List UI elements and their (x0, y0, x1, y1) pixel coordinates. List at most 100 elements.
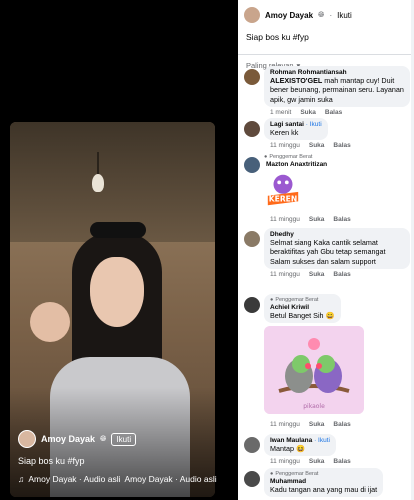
globe-icon: 🌐︎ (100, 434, 107, 443)
comment-time[interactable]: 11 minggu (270, 458, 300, 465)
comment: Iwan Maulana · Ikuti Mantap 😆 11 minggu … (238, 434, 414, 468)
top-fan-badge: ● Penggemar Berat (270, 297, 335, 303)
comment-bubble: Dhedhy Selmat siang Kaka cantik selamat … (264, 228, 410, 270)
keren-sticker: KEREN (264, 171, 410, 214)
comment-time[interactable]: 1 menit (270, 109, 291, 116)
video-follow-button[interactable]: Ikuti (111, 432, 137, 446)
video-author-row: Amoy Dayak 🌐︎ Ikuti (18, 430, 137, 448)
comment-actions: 11 minggu Suka Balas (264, 214, 410, 223)
lovebirds-sticker-graphic: pikaole (264, 326, 364, 415)
globe-icon: 🌐︎ (318, 10, 325, 19)
audio-text: Amoy Dayak · Audio asli (28, 474, 121, 484)
comment-author[interactable]: Achiel Kriwil (270, 304, 335, 311)
comment-text: Betul Banget Sih 😄 (270, 311, 335, 320)
sticker-text: pikaole (303, 403, 325, 410)
comment-author-name[interactable]: Iwan Maulana (270, 437, 312, 444)
top-fan-badge: ● Penggemar Berat (264, 154, 410, 160)
comment-time[interactable]: 11 minggu (270, 216, 300, 223)
person-hand (30, 302, 70, 342)
like-button[interactable]: Suka (309, 421, 325, 428)
post-author-name[interactable]: Amoy Dayak (265, 11, 313, 20)
separator-dot: · (329, 10, 333, 20)
music-note-icon: ♫ (18, 474, 25, 484)
lovebirds-sticker: pikaole (264, 326, 410, 419)
comment-actions: 1 menit Suka Balas (264, 107, 410, 116)
video-caption: Siap bos ku #fyp (18, 456, 85, 466)
reply-button[interactable]: Balas (333, 216, 350, 223)
comments-panel: Amoy Dayak 🌐︎ · Ikuti Siap bos ku #fyp P… (238, 0, 414, 500)
comment-list: Rohman Rohmantiansah ALEXISTO'GEL mah ma… (238, 66, 414, 498)
comment-time[interactable]: 11 minggu (270, 271, 300, 278)
comment-time[interactable]: 11 minggu (270, 421, 300, 428)
divider (238, 54, 414, 55)
like-button[interactable]: Suka (309, 216, 325, 223)
comment-time[interactable]: 11 minggu (270, 142, 300, 149)
comment-actions: 11 minggu Suka Balas (264, 419, 410, 428)
comment-text: Mantap 😆 (270, 444, 305, 453)
comment-bubble: Lagi santai · Ikuti Keren kk (264, 118, 328, 141)
like-button[interactable]: Suka (309, 142, 325, 149)
reply-button[interactable]: Balas (333, 458, 350, 465)
comment: Dhedhy Selmat siang Kaka cantik selamat … (238, 228, 414, 294)
comment-mention[interactable]: ALEXISTO'GEL (270, 76, 322, 85)
comment-actions: 11 minggu Suka Balas (264, 456, 410, 465)
comment-avatar[interactable] (244, 121, 260, 137)
reply-button[interactable]: Balas (325, 109, 342, 116)
comment-actions: 11 minggu Suka Balas (264, 269, 410, 278)
reply-button[interactable]: Balas (333, 142, 350, 149)
top-fan-badge: ● Penggemar Berat (270, 471, 377, 477)
like-button[interactable]: Suka (309, 458, 325, 465)
badge-label: Penggemar Berat (275, 471, 319, 477)
comment-text: ALEXISTO'GEL mah mantap cuy! Duit bener … (270, 76, 404, 104)
video-author-name[interactable]: Amoy Dayak (41, 434, 95, 444)
comment-bubble: Rohman Rohmantiansah ALEXISTO'GEL mah ma… (264, 66, 410, 108)
comment-author-name[interactable]: Lagi santai (270, 121, 304, 128)
post-follow-button[interactable]: Ikuti (337, 11, 352, 20)
audio-text-repeat: Amoy Dayak · Audio asli (124, 474, 217, 484)
badge-label: Penggemar Berat (269, 154, 313, 160)
comment-author: Lagi santai · Ikuti (270, 121, 322, 128)
badge-icon: ● (270, 471, 274, 477)
comment-follow-link[interactable]: · Ikuti (314, 437, 330, 444)
like-button[interactable]: Suka (309, 271, 325, 278)
video-pane: Amoy Dayak 🌐︎ Ikuti Siap bos ku #fyp ♫ A… (0, 0, 238, 500)
comment-author[interactable]: Dhedhy (270, 231, 404, 238)
comment: ● Penggemar Berat Mazton Anaxtritizan KER… (238, 154, 414, 228)
comment-bubble: ● Penggemar Berat Muhammad Kadu tangan an… (264, 468, 384, 498)
comment-text: Kadu tangan ana yang mau di ijat (270, 485, 378, 494)
comment: Rohman Rohmantiansah ALEXISTO'GEL mah ma… (238, 66, 414, 118)
comment-avatar[interactable] (244, 297, 260, 313)
reply-button[interactable]: Balas (333, 421, 350, 428)
video-audio-ticker[interactable]: ♫ Amoy Dayak · Audio asli Amoy Dayak · A… (18, 474, 217, 484)
comment-follow-link[interactable]: · Ikuti (306, 121, 322, 128)
lamp-wire (97, 152, 99, 176)
comment-avatar[interactable] (244, 437, 260, 453)
comment-author[interactable]: Muhammad (270, 478, 377, 485)
person-face (90, 257, 144, 327)
comment-avatar[interactable] (244, 471, 260, 487)
comment-avatar[interactable] (244, 69, 260, 85)
comment-avatar[interactable] (244, 231, 260, 247)
sticker-text: KEREN (269, 194, 297, 203)
comment-author[interactable]: Mazton Anaxtritizan (264, 161, 410, 168)
reply-button[interactable]: Balas (333, 271, 350, 278)
like-button[interactable]: Suka (300, 109, 316, 116)
comment-bubble: ● Penggemar Berat Achiel Kriwil Betul Ban… (264, 294, 341, 324)
badge-icon: ● (264, 154, 268, 160)
comment-author[interactable]: Rohman Rohmantiansah (270, 69, 404, 76)
sunglasses (90, 222, 146, 238)
badge-label: Penggemar Berat (275, 297, 319, 303)
comment-author: Iwan Maulana · Ikuti (270, 437, 330, 444)
post-caption: Siap bos ku #fyp (246, 32, 309, 42)
comment: ● Penggemar Berat Muhammad Kadu tangan an… (238, 468, 414, 498)
post-author-avatar[interactable] (244, 7, 260, 23)
comment: ● Penggemar Berat Achiel Kriwil Betul Ban… (238, 294, 414, 434)
video-author-avatar[interactable] (18, 430, 36, 448)
light-bulb (92, 174, 104, 192)
keren-sticker-graphic: KEREN (267, 174, 299, 206)
comment: Lagi santai · Ikuti Keren kk 11 minggu S… (238, 118, 414, 154)
badge-icon: ● (270, 297, 274, 303)
comment-avatar[interactable] (244, 157, 260, 173)
comment-text: Selmat siang Kaka cantik selamat berakti… (270, 238, 386, 266)
post-header: Amoy Dayak 🌐︎ · Ikuti (238, 0, 414, 24)
